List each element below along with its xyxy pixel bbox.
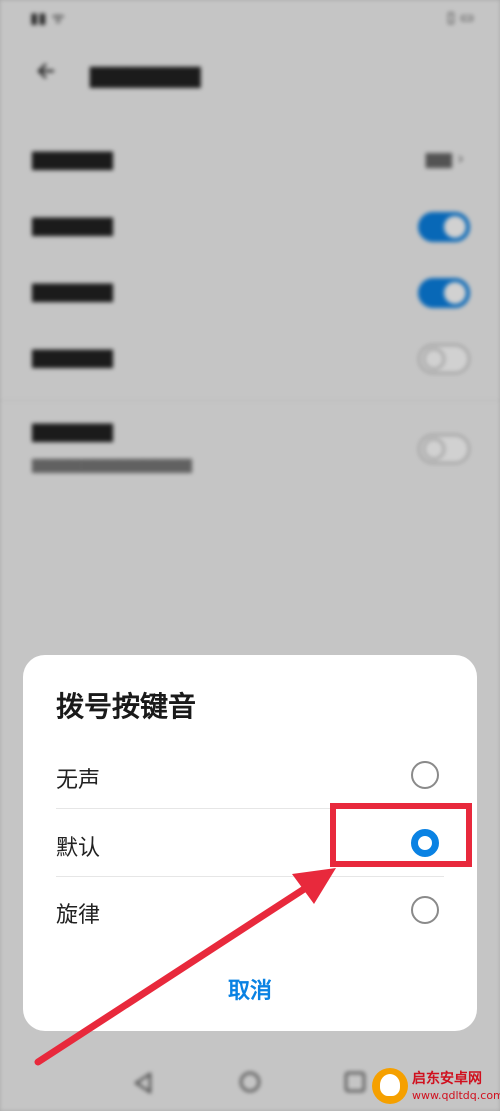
watermark-name: 启东安卓网 [412,1071,482,1087]
annotation-arrow [34,868,336,1066]
watermark: 启东安卓网 www.qdltdq.com [372,1062,500,1111]
watermark-url: www.qdltdq.com [412,1089,500,1102]
watermark-logo-icon [372,1068,408,1104]
